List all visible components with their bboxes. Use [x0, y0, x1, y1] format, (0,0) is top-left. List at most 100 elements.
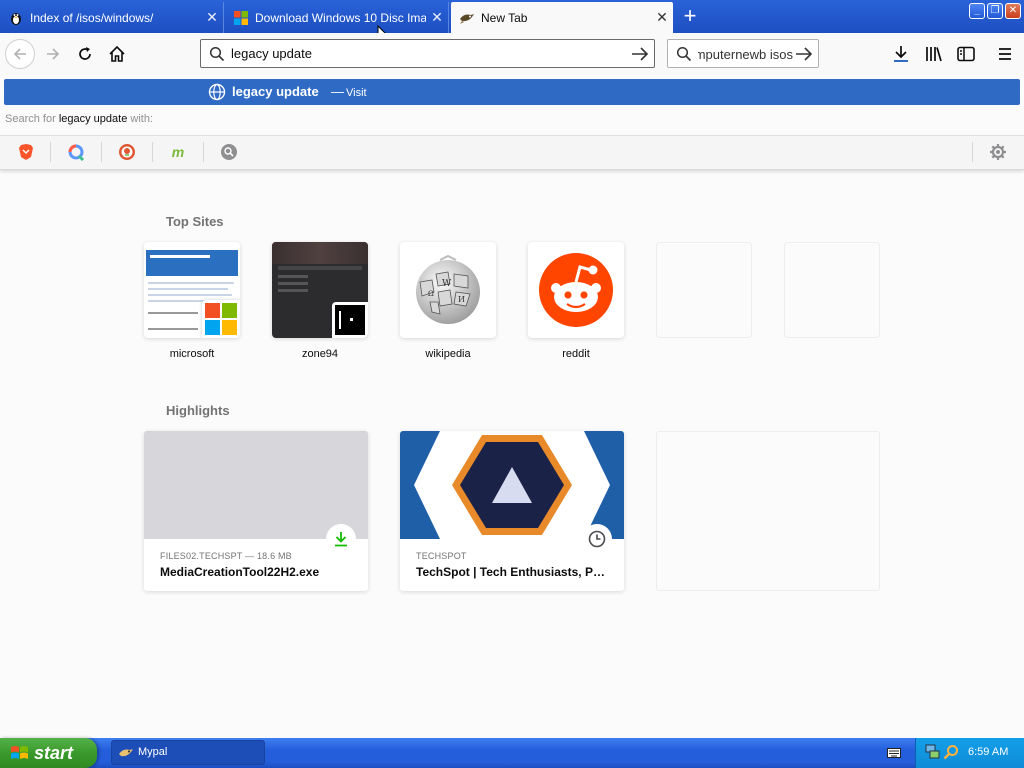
highlight-placeholder — [656, 431, 880, 591]
empty-tile — [784, 242, 880, 338]
card-source: TECHSPOT — [416, 551, 467, 561]
back-button[interactable] — [5, 39, 35, 69]
maximize-button[interactable]: ❐ — [987, 3, 1003, 19]
gear-icon — [990, 144, 1006, 160]
globe-icon — [208, 83, 226, 101]
network-icon[interactable] — [925, 744, 941, 760]
tab-strip: Index of /isos/windows/ ✕ Download Windo… — [0, 0, 1024, 33]
keyboard-icon[interactable] — [887, 747, 901, 759]
hamburger-menu-icon — [999, 48, 1011, 60]
reload-button[interactable] — [70, 39, 100, 69]
download-icon — [894, 46, 908, 62]
arrow-right-icon — [47, 48, 60, 60]
library-button[interactable] — [919, 39, 949, 69]
url-input[interactable] — [231, 44, 621, 63]
reload-icon — [79, 47, 91, 60]
svg-text:W: W — [442, 279, 452, 289]
site-label: zone94 — [301, 348, 339, 360]
downloads-button[interactable] — [886, 39, 916, 69]
sidebar-button[interactable] — [951, 39, 981, 69]
menu-button[interactable] — [990, 39, 1020, 69]
one-off-search-engines: m — [0, 135, 1024, 170]
tab-title: New Tab — [481, 10, 528, 25]
svg-text:Ω: Ω — [428, 290, 434, 298]
tab-new-tab[interactable]: New Tab ✕ — [451, 2, 673, 33]
suggestion-separator: — — [331, 84, 344, 99]
duckduckgo-icon — [119, 144, 135, 160]
url-bar[interactable] — [200, 39, 655, 68]
reddit-logo-icon — [539, 253, 613, 327]
engine-divider — [972, 142, 973, 162]
suggestion-action: Visit — [346, 87, 367, 99]
mojeek-search-button[interactable]: m — [168, 142, 188, 162]
search-bar[interactable] — [667, 39, 819, 68]
duckduckgo-search-button[interactable] — [117, 142, 137, 162]
mypal-icon — [119, 749, 133, 757]
engine-divider — [50, 142, 51, 162]
forward-button[interactable] — [38, 39, 68, 69]
search-for-prefix: Search for — [5, 113, 56, 125]
arrow-left-icon — [13, 48, 26, 60]
windows-logo-icon — [234, 10, 248, 25]
tab-download-windows-10[interactable]: Download Windows 10 Disc Image ✕ — [225, 2, 449, 33]
search-go-arrow-icon[interactable] — [795, 46, 813, 62]
search-icon — [676, 46, 692, 62]
top-site-wikipedia[interactable]: W И Ω wikipedia — [400, 242, 496, 360]
clock-badge — [582, 524, 612, 554]
engine-divider — [101, 142, 102, 162]
go-arrow-icon[interactable] — [631, 46, 649, 62]
close-window-button[interactable]: ✕ — [1005, 3, 1021, 19]
top-sites-heading: Top Sites — [166, 214, 224, 229]
minimize-button[interactable]: _ — [969, 3, 985, 19]
search-input[interactable] — [698, 45, 793, 63]
close-tab-icon[interactable]: ✕ — [426, 9, 448, 26]
clock: 6:59 AM — [968, 746, 1009, 758]
card-source: FILES02.TECHSPT — 18.6 MB — [160, 551, 292, 561]
autocomplete-suggestion[interactable]: legacy update — Visit — [4, 79, 1020, 105]
start-label: start — [34, 743, 74, 763]
highlight-card-techspot[interactable]: TECHSPOT TechSpot | Tech Enthusiasts, Po… — [400, 431, 624, 591]
highlights-heading: Highlights — [166, 403, 230, 418]
site-thumbnail — [528, 242, 624, 338]
search-with-label: Search for legacy update with: — [5, 113, 153, 125]
site-label: reddit — [562, 348, 590, 360]
mypal-icon — [460, 13, 474, 24]
windows-flag-icon — [11, 746, 28, 759]
home-button[interactable] — [102, 39, 132, 69]
empty-tile — [656, 242, 752, 338]
close-tab-icon[interactable]: ✕ — [651, 9, 673, 26]
highlight-card-mediacreationtool[interactable]: FILES02.TECHSPT — 18.6 MB MediaCreationT… — [144, 431, 368, 591]
close-tab-icon[interactable]: ✕ — [201, 9, 223, 26]
site-label: microsoft — [169, 348, 215, 360]
tux-icon — [11, 12, 21, 25]
suggestion-text: legacy update — [232, 84, 319, 99]
other-search-button[interactable] — [219, 142, 239, 162]
top-site-microsoft[interactable]: microsoft — [144, 242, 240, 360]
sidebar-icon — [957, 46, 975, 62]
taskbar-item-label: Mypal — [138, 746, 168, 758]
start-button[interactable]: start — [0, 738, 97, 768]
search-settings-button[interactable] — [988, 142, 1008, 162]
brave-search-button[interactable] — [16, 142, 36, 162]
top-site-placeholder — [656, 242, 752, 338]
site-thumbnail — [272, 242, 368, 338]
tab-index-of-isos[interactable]: Index of /isos/windows/ ✕ — [0, 2, 224, 33]
top-site-reddit[interactable]: reddit — [528, 242, 624, 360]
site-label: wikipedia — [425, 348, 471, 360]
tab-title: Index of /isos/windows/ — [30, 10, 154, 25]
taskbar-item-mypal[interactable]: Mypal — [111, 740, 265, 765]
svg-text:И: И — [458, 295, 465, 304]
search-icon — [209, 46, 225, 62]
top-site-zone94[interactable]: zone94 — [272, 242, 368, 360]
top-site-placeholder — [784, 242, 880, 338]
site-thumbnail — [144, 242, 240, 338]
techspot-logo-icon — [400, 431, 624, 539]
engine-divider — [152, 142, 153, 162]
card-title: MediaCreationTool22H2.exe — [160, 565, 320, 579]
security-search-icon[interactable] — [943, 744, 959, 760]
qwant-icon — [68, 144, 85, 161]
qwant-search-button[interactable] — [66, 142, 86, 162]
wikipedia-globe-icon: W И Ω — [416, 254, 480, 324]
new-tab-button[interactable]: + — [676, 4, 704, 30]
card-title: TechSpot | Tech Enthusiasts, Power Users… — [416, 565, 612, 579]
